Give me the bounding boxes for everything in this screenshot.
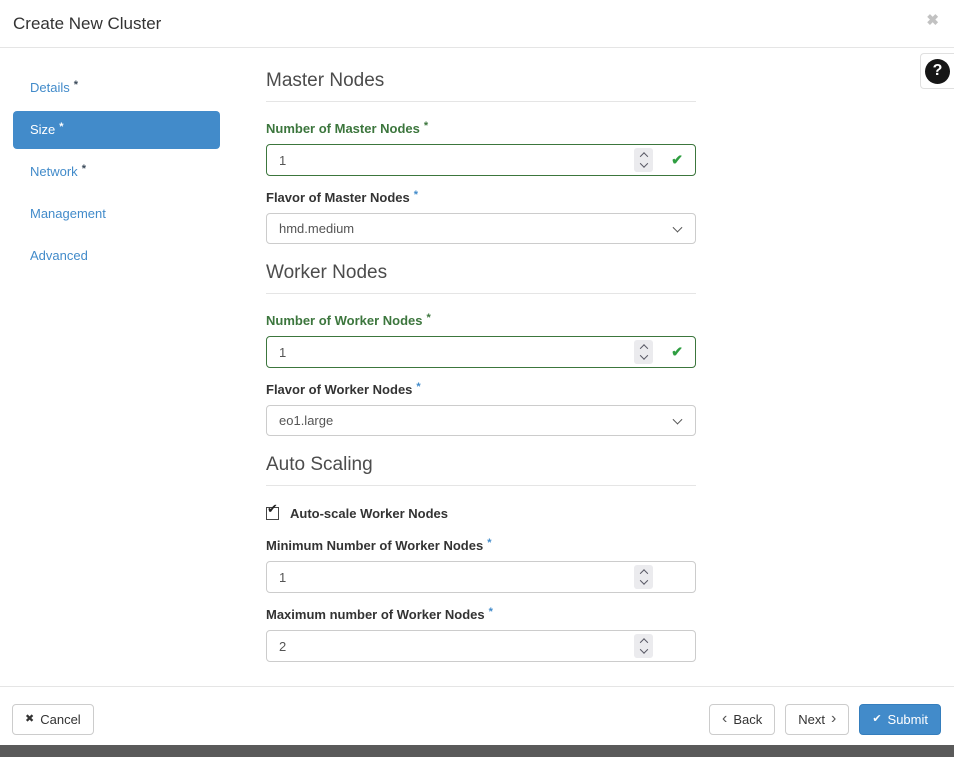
required-marker: * — [74, 79, 78, 91]
sidebar-item-label: Size — [30, 122, 55, 137]
worker-count-field: ✔ — [266, 336, 696, 368]
required-marker: * — [416, 381, 420, 393]
x-icon: ✖ — [25, 714, 34, 725]
sidebar-item-size[interactable]: Size * — [13, 111, 220, 149]
autoscale-checkbox[interactable]: ✔ — [266, 507, 279, 520]
worker-count-input[interactable] — [266, 336, 696, 368]
selected-option: hmd.medium — [279, 221, 354, 236]
back-button-label: Back — [733, 712, 762, 727]
sidebar-item-label: Advanced — [30, 248, 88, 263]
valid-check-icon: ✔ — [671, 152, 683, 169]
number-spinner[interactable] — [634, 565, 653, 589]
master-count-field: ✔ — [266, 144, 696, 176]
min-workers-field — [266, 561, 696, 593]
sidebar-item-label: Network — [30, 164, 78, 179]
number-spinner[interactable] — [634, 634, 653, 658]
spinner-down-icon[interactable] — [639, 351, 647, 359]
sidebar-item-details[interactable]: Details * — [13, 69, 220, 107]
max-workers-field — [266, 630, 696, 662]
worker-count-group: Number of Worker Nodes * ✔ — [266, 313, 696, 368]
sidebar-item-label: Details — [30, 80, 70, 95]
required-marker: * — [487, 537, 491, 549]
required-marker: * — [427, 312, 431, 324]
min-workers-input[interactable] — [266, 561, 696, 593]
worker-nodes-heading: Worker Nodes — [266, 262, 696, 284]
min-workers-group: Minimum Number of Worker Nodes * — [266, 538, 696, 593]
sidebar-item-label: Management — [30, 206, 106, 221]
back-button[interactable]: ‹ Back — [709, 704, 775, 735]
create-cluster-screen: Create New Cluster ✖ ? Details * Size * Ne… — [0, 0, 954, 757]
label-text: Minimum Number of Worker Nodes — [266, 538, 483, 553]
auto-scaling-heading: Auto Scaling — [266, 454, 696, 476]
close-icon[interactable]: ✖ — [926, 13, 939, 28]
submit-button-label: Submit — [888, 712, 928, 727]
footer-right: ‹ Back Next › ✔ Submit — [709, 704, 941, 735]
chevron-left-icon: ‹ — [722, 711, 727, 727]
size-step-content: Master Nodes Number of Master Nodes * ✔ F… — [266, 64, 696, 676]
required-marker: * — [82, 163, 86, 175]
autoscale-checkbox-label: Auto-scale Worker Nodes — [290, 506, 448, 521]
min-workers-label: Minimum Number of Worker Nodes * — [266, 538, 696, 553]
modal-title: Create New Cluster — [13, 14, 161, 34]
worker-count-label: Number of Worker Nodes * — [266, 313, 696, 328]
required-marker: * — [59, 121, 63, 133]
master-count-group: Number of Master Nodes * ✔ — [266, 121, 696, 176]
master-flavor-group: Flavor of Master Nodes * hmd.medium — [266, 190, 696, 244]
max-workers-group: Maximum number of Worker Nodes * — [266, 607, 696, 662]
chevron-down-icon — [673, 414, 683, 424]
checkbox-tick-icon: ✔ — [267, 502, 278, 515]
master-count-input[interactable] — [266, 144, 696, 176]
spinner-down-icon[interactable] — [639, 576, 647, 584]
label-text: Number of Worker Nodes — [266, 313, 423, 328]
question-mark-icon: ? — [925, 59, 950, 84]
wizard-nav: Details * Size * Network * Management Advan… — [13, 69, 220, 279]
autoscale-checkbox-row[interactable]: ✔ Auto-scale Worker Nodes — [266, 506, 696, 521]
section-divider — [266, 101, 696, 102]
worker-flavor-select[interactable]: eo1.large — [266, 405, 696, 436]
required-marker: * — [424, 120, 428, 132]
label-text: Maximum number of Worker Nodes — [266, 607, 485, 622]
number-spinner[interactable] — [634, 340, 653, 364]
submit-button[interactable]: ✔ Submit — [859, 704, 941, 735]
spinner-down-icon[interactable] — [639, 645, 647, 653]
chevron-down-icon — [673, 222, 683, 232]
footer-left: ✖ Cancel — [12, 704, 94, 735]
label-text: Flavor of Worker Nodes — [266, 382, 412, 397]
sidebar-item-network[interactable]: Network * — [13, 153, 220, 191]
valid-check-icon: ✔ — [671, 344, 683, 361]
max-workers-label: Maximum number of Worker Nodes * — [266, 607, 696, 622]
modal-footer: ✖ Cancel ‹ Back Next › ✔ Submit — [0, 686, 954, 745]
number-spinner[interactable] — [634, 148, 653, 172]
cancel-button-label: Cancel — [40, 712, 80, 727]
max-workers-input[interactable] — [266, 630, 696, 662]
required-marker: * — [489, 606, 493, 618]
sidebar-item-management[interactable]: Management — [13, 195, 220, 233]
required-marker: * — [414, 189, 418, 201]
spinner-down-icon[interactable] — [639, 159, 647, 167]
selected-option: eo1.large — [279, 413, 333, 428]
master-flavor-label: Flavor of Master Nodes * — [266, 190, 696, 205]
help-button[interactable]: ? — [920, 53, 954, 89]
cancel-button[interactable]: ✖ Cancel — [12, 704, 94, 735]
page-bottom-bar — [0, 745, 954, 757]
master-count-label: Number of Master Nodes * — [266, 121, 696, 136]
label-text: Flavor of Master Nodes — [266, 190, 410, 205]
sidebar-item-advanced[interactable]: Advanced — [13, 237, 220, 275]
section-divider — [266, 485, 696, 486]
worker-flavor-label: Flavor of Worker Nodes * — [266, 382, 696, 397]
master-flavor-select[interactable]: hmd.medium — [266, 213, 696, 244]
master-nodes-heading: Master Nodes — [266, 70, 696, 92]
section-divider — [266, 293, 696, 294]
label-text: Number of Master Nodes — [266, 121, 420, 136]
chevron-right-icon: › — [831, 711, 836, 727]
next-button[interactable]: Next › — [785, 704, 849, 735]
check-icon: ✔ — [872, 714, 881, 725]
next-button-label: Next — [798, 712, 825, 727]
worker-flavor-group: Flavor of Worker Nodes * eo1.large — [266, 382, 696, 436]
modal-header: Create New Cluster ✖ — [0, 0, 954, 48]
